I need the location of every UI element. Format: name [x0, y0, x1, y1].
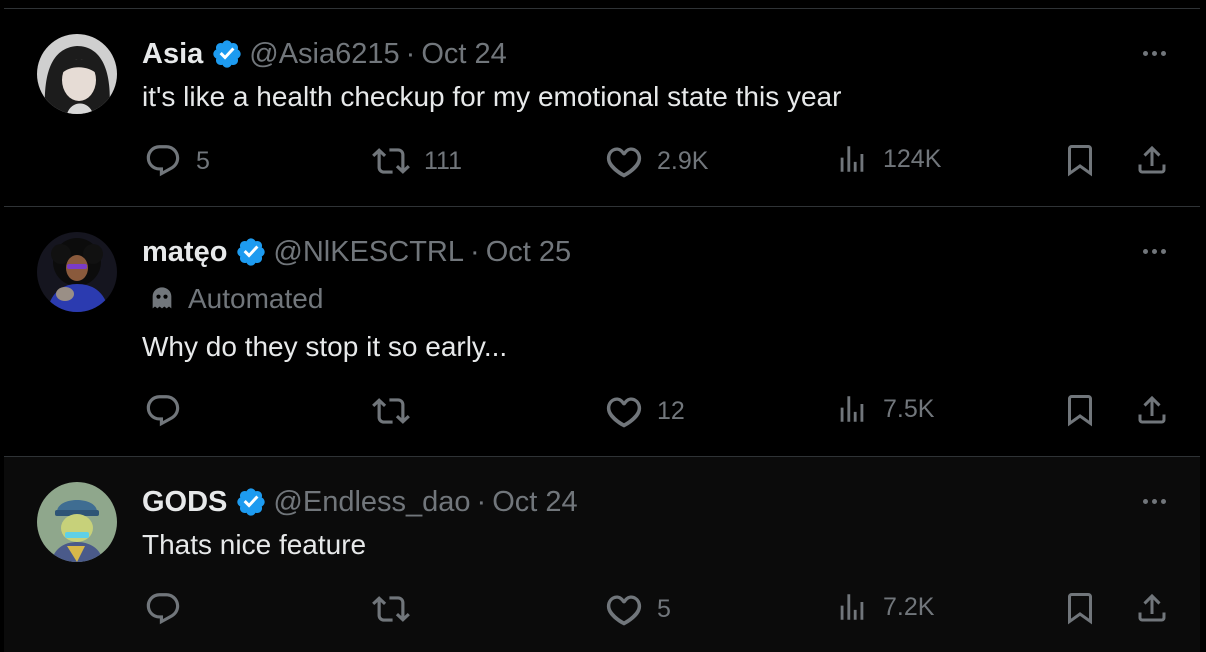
retweet-icon — [372, 596, 410, 622]
display-name[interactable]: Asia — [142, 38, 203, 71]
automated-label: Automated — [148, 283, 323, 315]
tweet-date[interactable]: Oct 24 — [421, 38, 506, 71]
bookmark-button[interactable] — [1062, 590, 1098, 626]
tweet-date[interactable]: Oct 25 — [486, 236, 571, 269]
tweet-header: GODS @Endless_dao · Oct 24 — [142, 484, 578, 520]
bookmark-icon — [1068, 395, 1092, 427]
automated-text: Automated — [188, 283, 324, 314]
retweet-button[interactable] — [372, 392, 424, 430]
reply-button[interactable] — [144, 392, 196, 430]
reply-button[interactable] — [144, 590, 196, 628]
tweet[interactable]: GODS @Endless_dao · Oct 24 Thats nice fe… — [4, 456, 1200, 652]
views-count: 7.5K — [883, 394, 935, 423]
verified-badge-icon — [211, 38, 243, 70]
verified-badge-icon — [235, 486, 267, 518]
display-name[interactable]: GODS — [142, 486, 227, 519]
more-icon[interactable] — [1136, 241, 1172, 261]
separator-dot: · — [476, 485, 487, 518]
reply-icon — [146, 395, 180, 427]
separator-dot: · — [405, 37, 416, 70]
user-handle[interactable]: @Asia6215 — [249, 38, 399, 71]
tweet-header: matęo @NlKESCTRL · Oct 25 — [142, 234, 571, 270]
retweet-icon — [372, 148, 410, 174]
verified-badge-icon — [235, 236, 267, 268]
tweet-actions: 5 7.2K — [142, 590, 1200, 630]
share-button[interactable] — [1134, 590, 1170, 626]
user-handle[interactable]: @NlKESCTRL — [273, 236, 464, 269]
timeline-feed: Asia @Asia6215 · Oct 24 it's like a heal… — [0, 0, 1206, 652]
like-button[interactable]: 5 — [605, 590, 671, 628]
share-icon — [1138, 593, 1166, 622]
views-button[interactable]: 7.5K — [835, 392, 934, 426]
more-icon[interactable] — [1136, 491, 1172, 511]
like-icon — [606, 595, 642, 626]
tweet[interactable]: Asia @Asia6215 · Oct 24 it's like a heal… — [4, 8, 1200, 206]
retweet-button[interactable] — [372, 590, 424, 628]
user-handle[interactable]: @Endless_dao — [273, 486, 470, 519]
tweet-text: it's like a health checkup for my emotio… — [142, 81, 842, 112]
avatar[interactable] — [37, 482, 117, 562]
tweet-header: Asia @Asia6215 · Oct 24 — [142, 36, 507, 72]
retweet-button[interactable]: 111 — [372, 142, 462, 180]
like-icon — [606, 147, 642, 178]
avatar[interactable] — [37, 232, 117, 312]
tweet-text: Thats nice feature — [142, 529, 367, 560]
views-count: 124K — [883, 144, 942, 173]
reply-button[interactable]: 5 — [144, 142, 210, 180]
bookmark-button[interactable] — [1062, 392, 1098, 428]
views-icon — [840, 594, 864, 620]
tweet-actions: 5 111 2.9K 124K — [142, 142, 1200, 182]
retweet-icon — [372, 398, 410, 424]
share-icon — [1138, 145, 1166, 174]
bot-icon — [148, 285, 176, 313]
separator-dot: · — [470, 235, 480, 268]
reply-icon — [146, 593, 180, 625]
share-button[interactable] — [1134, 392, 1170, 428]
like-count: 2.9K — [657, 146, 709, 175]
share-button[interactable] — [1134, 142, 1170, 178]
bookmark-icon — [1068, 145, 1092, 177]
avatar[interactable] — [37, 34, 117, 114]
views-count: 7.2K — [883, 592, 935, 621]
tweet-date[interactable]: Oct 24 — [492, 486, 577, 519]
like-button[interactable]: 2.9K — [605, 142, 708, 180]
share-icon — [1138, 395, 1166, 424]
like-count: 12 — [657, 396, 685, 425]
like-button[interactable]: 12 — [605, 392, 685, 430]
like-count: 5 — [657, 594, 671, 623]
views-icon — [840, 396, 864, 422]
tweet[interactable]: matęo @NlKESCTRL · Oct 25 Automated Why … — [4, 206, 1200, 456]
reply-icon — [146, 145, 180, 177]
bookmark-icon — [1068, 593, 1092, 625]
like-icon — [606, 397, 642, 428]
retweet-count: 111 — [424, 146, 463, 175]
reply-count: 5 — [196, 146, 210, 175]
tweet-text: Why do they stop it so early... — [142, 331, 508, 362]
display-name[interactable]: matęo — [142, 236, 227, 269]
bookmark-button[interactable] — [1062, 142, 1098, 178]
views-icon — [840, 146, 864, 172]
views-button[interactable]: 124K — [835, 142, 941, 176]
tweet-actions: 12 7.5K — [142, 392, 1200, 432]
views-button[interactable]: 7.2K — [835, 590, 934, 624]
more-icon[interactable] — [1136, 43, 1172, 63]
